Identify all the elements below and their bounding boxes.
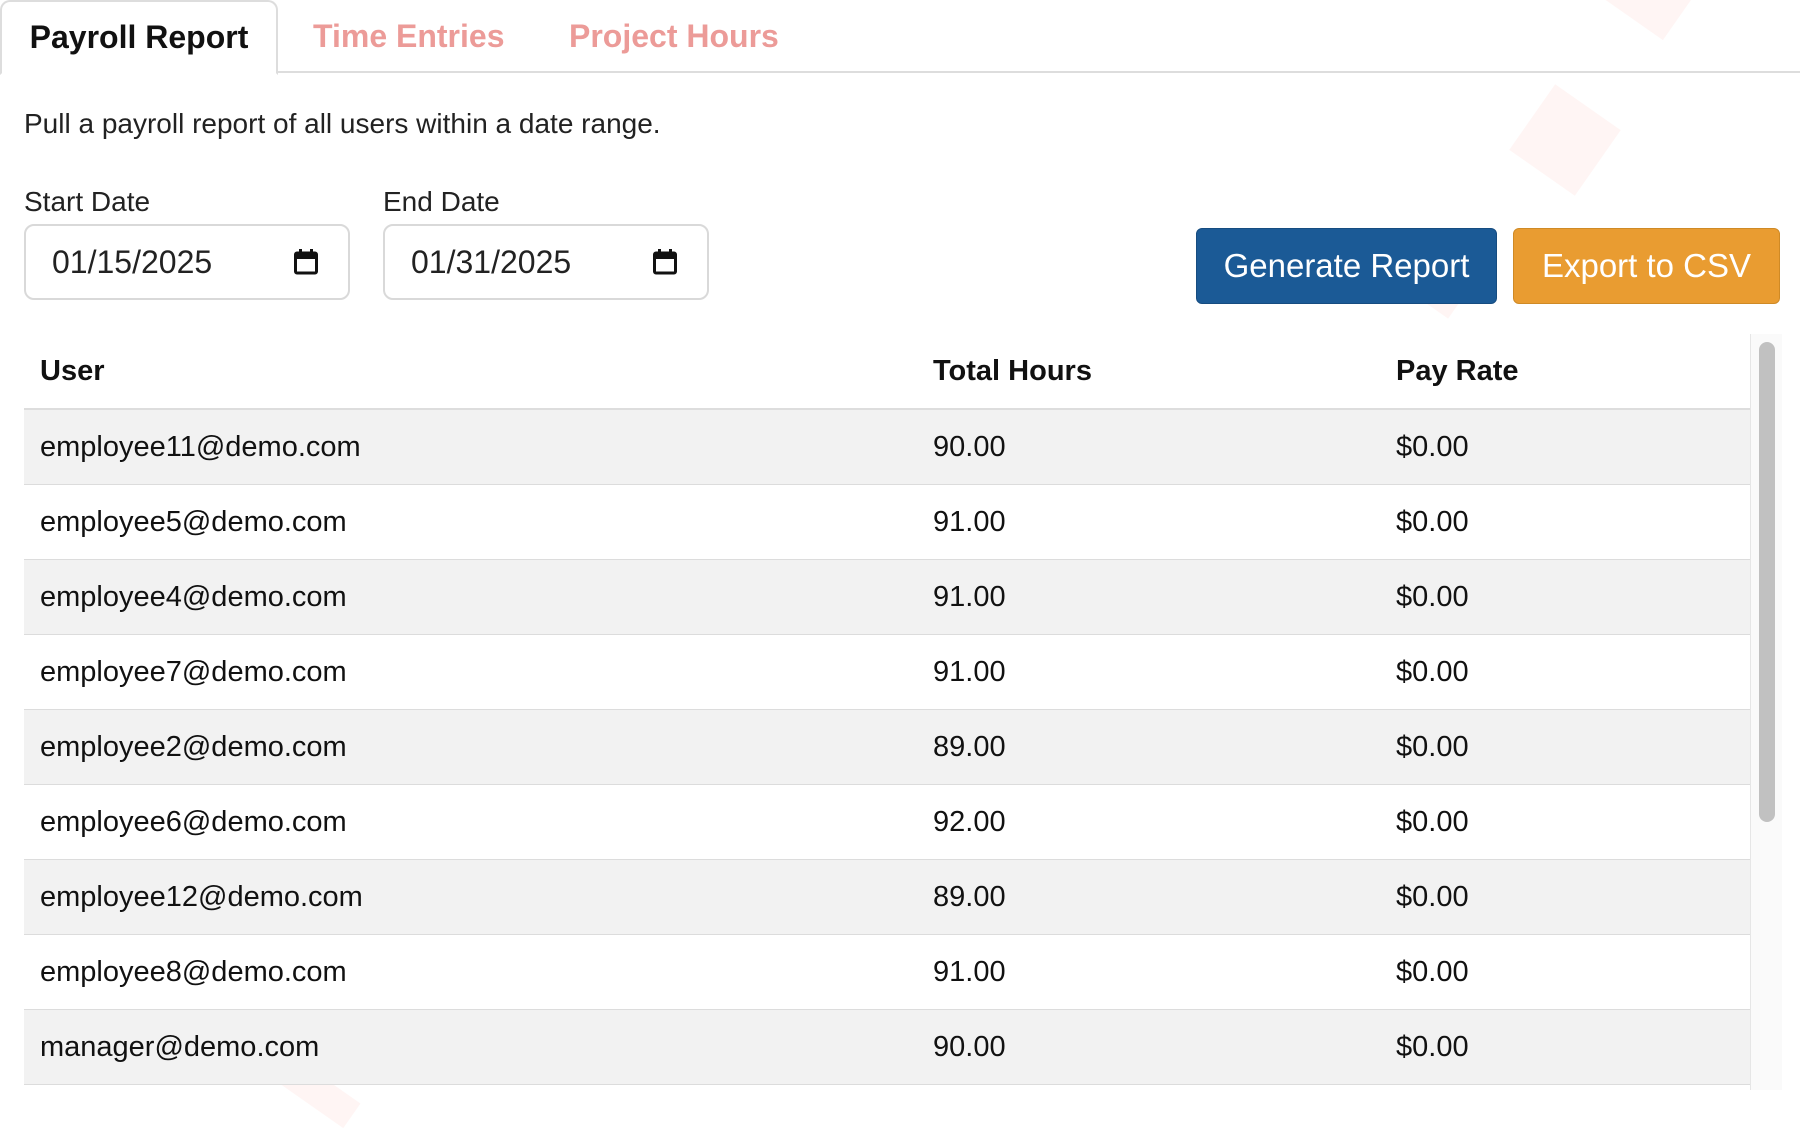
cell-pay-rate: $0.00 (1396, 580, 1469, 613)
cell-user: employee5@demo.com (40, 505, 347, 538)
table-row[interactable]: employee8@demo.com 91.00 $0.00 (24, 935, 1750, 1010)
cell-pay-rate: $0.00 (1396, 505, 1469, 538)
cell-user: employee7@demo.com (40, 655, 347, 688)
cell-total-hours: 92.00 (933, 805, 1006, 838)
cell-pay-rate: $0.00 (1396, 805, 1469, 838)
cell-user: employee4@demo.com (40, 580, 347, 613)
table-row[interactable]: employee6@demo.com 92.00 $0.00 (24, 785, 1750, 860)
page-description: Pull a payroll report of all users withi… (24, 108, 661, 139)
calendar-icon[interactable] (653, 249, 677, 275)
vertical-scrollbar[interactable] (1750, 334, 1782, 1090)
cell-user: employee12@demo.com (40, 880, 363, 913)
table-row[interactable]: employee11@demo.com 90.00 $0.00 (24, 410, 1750, 485)
table-row[interactable]: employee4@demo.com 91.00 $0.00 (24, 560, 1750, 635)
cell-user: manager@demo.com (40, 1030, 320, 1063)
export-csv-button[interactable]: Export to CSV (1513, 228, 1780, 304)
cell-total-hours: 89.00 (933, 730, 1006, 763)
start-date-input[interactable]: 01/15/2025 (24, 224, 350, 300)
background-decoration (1509, 84, 1621, 196)
cell-pay-rate: $0.00 (1396, 430, 1469, 463)
cell-total-hours: 91.00 (933, 505, 1006, 538)
cell-total-hours: 91.00 (933, 580, 1006, 613)
table-row[interactable]: employee2@demo.com 89.00 $0.00 (24, 710, 1750, 785)
header-pay-rate[interactable]: Pay Rate (1396, 334, 1519, 408)
end-date-label: End Date (383, 186, 500, 217)
generate-report-button[interactable]: Generate Report (1196, 228, 1497, 304)
cell-user: employee11@demo.com (40, 430, 361, 463)
table-row[interactable]: employee12@demo.com 89.00 $0.00 (24, 860, 1750, 935)
header-total-hours[interactable]: Total Hours (933, 334, 1092, 408)
table-row[interactable]: manager@demo.com 90.00 $0.00 (24, 1010, 1750, 1085)
tab-project-hours[interactable]: Project Hours (569, 0, 779, 73)
cell-total-hours: 91.00 (933, 655, 1006, 688)
cell-total-hours: 90.00 (933, 1030, 1006, 1063)
cell-pay-rate: $0.00 (1396, 1030, 1469, 1063)
cell-user: employee6@demo.com (40, 805, 347, 838)
start-date-value: 01/15/2025 (52, 243, 213, 280)
tab-bar: Payroll Report Time Entries Project Hour… (0, 0, 1800, 75)
cell-user: employee2@demo.com (40, 730, 347, 763)
scrollbar-thumb[interactable] (1759, 342, 1775, 822)
table-row[interactable]: employee7@demo.com 91.00 $0.00 (24, 635, 1750, 710)
end-date-value: 01/31/2025 (411, 243, 572, 280)
table-row[interactable]: employee5@demo.com 91.00 $0.00 (24, 485, 1750, 560)
header-user[interactable]: User (40, 334, 105, 408)
calendar-icon[interactable] (294, 249, 318, 275)
cell-total-hours: 89.00 (933, 880, 1006, 913)
cell-total-hours: 90.00 (933, 430, 1006, 463)
cell-pay-rate: $0.00 (1396, 955, 1469, 988)
payroll-table: User Total Hours Pay Rate employee11@dem… (24, 334, 1782, 1090)
start-date-label: Start Date (24, 186, 151, 217)
table-header: User Total Hours Pay Rate (24, 334, 1750, 410)
tab-payroll-report[interactable]: Payroll Report (0, 0, 278, 75)
cell-pay-rate: $0.00 (1396, 730, 1469, 763)
cell-total-hours: 91.00 (933, 955, 1006, 988)
tab-time-entries[interactable]: Time Entries (313, 0, 504, 73)
cell-user: employee8@demo.com (40, 955, 347, 988)
cell-pay-rate: $0.00 (1396, 655, 1469, 688)
end-date-input[interactable]: 01/31/2025 (383, 224, 709, 300)
cell-pay-rate: $0.00 (1396, 880, 1469, 913)
